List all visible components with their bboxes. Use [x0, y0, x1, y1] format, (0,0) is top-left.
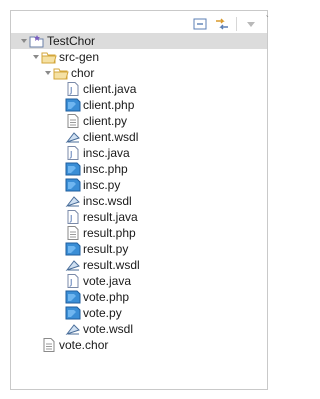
tree-item-label: result.wsdl — [83, 258, 140, 272]
tree-item[interactable]: Jvote.java — [11, 273, 267, 289]
tree-item[interactable]: result.py — [11, 241, 267, 257]
tree-item[interactable]: client.py — [11, 113, 267, 129]
tree-item[interactable]: vote.wsdl — [11, 321, 267, 337]
more-indicator: ` — [265, 15, 269, 26]
toolbar-separator — [236, 17, 237, 31]
tree-item-label: result.py — [83, 242, 129, 256]
java-file-icon: J — [65, 209, 81, 225]
project-icon — [29, 33, 45, 49]
php-file-icon — [65, 97, 81, 113]
text-file-icon — [65, 113, 81, 129]
folder-icon — [41, 49, 57, 65]
folder-icon — [53, 65, 69, 81]
tree-item[interactable]: chor — [11, 65, 267, 81]
explorer-toolbar — [192, 15, 259, 33]
tree-item[interactable]: result.wsdl — [11, 257, 267, 273]
tree-item-label: client.java — [83, 82, 137, 96]
tree-item-label: vote.wsdl — [83, 322, 134, 336]
tree-item-label: insc.java — [83, 146, 130, 160]
tree-item[interactable]: client.php — [11, 97, 267, 113]
php-file-icon — [65, 177, 81, 193]
svg-text:J: J — [69, 214, 72, 223]
tree-item-label: TestChor — [47, 34, 96, 48]
project-tree: TestChor src-gen chor Jclient.java client.ph… — [11, 33, 267, 353]
link-with-editor-icon[interactable] — [214, 16, 230, 32]
text-file-icon — [41, 337, 57, 353]
tree-item[interactable]: Jclient.java — [11, 81, 267, 97]
php-file-icon — [65, 305, 81, 321]
tree-item-label: chor — [71, 66, 95, 80]
java-file-icon: J — [65, 273, 81, 289]
tree-item[interactable]: result.php — [11, 225, 267, 241]
svg-text:J: J — [69, 86, 72, 95]
php-file-icon — [65, 289, 81, 305]
tree-item-label: vote.php — [83, 290, 130, 304]
tree-item-label: vote.py — [83, 306, 122, 320]
tree-item-label: result.php — [83, 226, 136, 240]
tree-item-label: src-gen — [59, 50, 100, 64]
php-file-icon — [65, 161, 81, 177]
php-file-icon — [65, 241, 81, 257]
text-file-icon — [65, 225, 81, 241]
tree-item-label: client.php — [83, 98, 135, 112]
tree-item[interactable]: TestChor — [11, 33, 267, 49]
tree-item-label: insc.php — [83, 162, 128, 176]
tree-item[interactable]: Jresult.java — [11, 209, 267, 225]
tree-item-label: vote.java — [83, 274, 132, 288]
chevron-down-icon[interactable] — [31, 49, 41, 65]
tree-item[interactable]: vote.php — [11, 289, 267, 305]
java-file-icon: J — [65, 81, 81, 97]
wsdl-file-icon — [65, 193, 81, 209]
tree-item[interactable]: insc.php — [11, 161, 267, 177]
tree-item[interactable]: insc.py — [11, 177, 267, 193]
tree-item[interactable]: vote.chor — [11, 337, 267, 353]
chevron-down-icon[interactable] — [43, 65, 53, 81]
wsdl-file-icon — [65, 257, 81, 273]
view-menu-icon[interactable] — [243, 16, 259, 32]
svg-text:J: J — [69, 278, 72, 287]
wsdl-file-icon — [65, 321, 81, 337]
tree-item[interactable]: vote.py — [11, 305, 267, 321]
tree-item[interactable]: insc.wsdl — [11, 193, 267, 209]
project-explorer-panel: ` TestChor src-gen chor Jclient.java client.… — [10, 10, 269, 390]
tree-item-label: client.wsdl — [83, 130, 139, 144]
collapse-all-icon[interactable] — [192, 16, 208, 32]
tree-item[interactable]: client.wsdl — [11, 129, 267, 145]
tree-item-label: insc.py — [83, 178, 121, 192]
chevron-down-icon[interactable] — [19, 33, 29, 49]
tree-item-label: result.java — [83, 210, 138, 224]
tree-item-label: client.py — [83, 114, 128, 128]
wsdl-file-icon — [65, 129, 81, 145]
tree-item-label: insc.wsdl — [83, 194, 132, 208]
tree-item-label: vote.chor — [59, 338, 109, 352]
tree-item[interactable]: src-gen — [11, 49, 267, 65]
svg-text:J: J — [69, 150, 72, 159]
tree-item[interactable]: Jinsc.java — [11, 145, 267, 161]
java-file-icon: J — [65, 145, 81, 161]
